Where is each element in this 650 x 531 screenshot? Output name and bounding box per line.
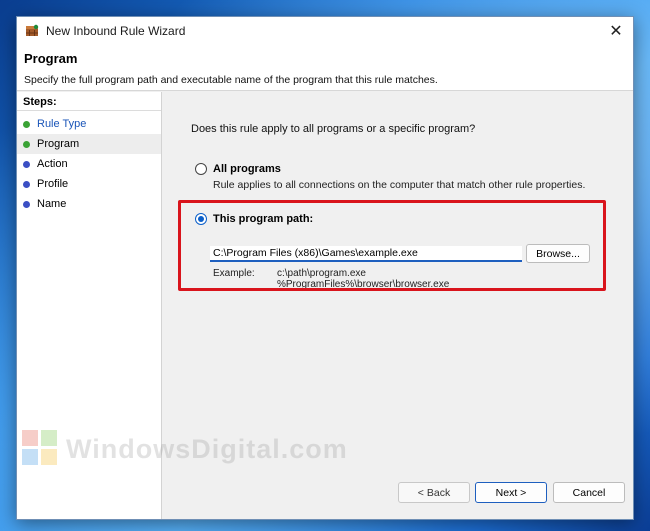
step-status-icon <box>23 140 30 148</box>
title-bar[interactable]: New Inbound Rule Wizard ✕ <box>17 17 633 45</box>
page-title: Program <box>24 51 78 66</box>
wizard-header: Program Specify the full program path an… <box>17 45 633 91</box>
step-status-icon <box>23 180 30 188</box>
steps-panel: Steps: Rule Type Program Action Profile Name <box>17 92 162 519</box>
step-label: Name <box>37 198 67 210</box>
step-item-name: Name <box>17 194 161 214</box>
cancel-button[interactable]: Cancel <box>553 482 625 503</box>
program-path-radio[interactable] <box>195 213 207 225</box>
main-panel: Does this rule apply to all programs or … <box>163 92 633 519</box>
firewall-app-icon <box>25 24 39 38</box>
step-label: Profile <box>37 178 69 190</box>
question-text: Does this rule apply to all programs or … <box>191 123 476 135</box>
example-line-2: %ProgramFiles%\browser\browser.exe <box>277 279 450 290</box>
step-item-profile: Profile <box>17 174 161 194</box>
wizard-content: Steps: Rule Type Program Action Profile Name… <box>17 92 633 519</box>
window-title: New Inbound Rule Wizard <box>46 24 186 38</box>
steps-list: Rule Type Program Action Profile Name <box>17 114 161 214</box>
example-label: Example: <box>213 268 255 279</box>
step-item-rule-type[interactable]: Rule Type <box>17 114 161 134</box>
close-button[interactable]: ✕ <box>599 17 633 45</box>
step-status-icon <box>23 120 30 128</box>
close-icon: ✕ <box>609 23 623 40</box>
browse-button[interactable]: Browse... <box>526 244 590 263</box>
step-item-action: Action <box>17 154 161 174</box>
step-status-icon <box>23 200 30 208</box>
program-path-label: This program path: <box>213 213 314 225</box>
example-line-1: c:\path\program.exe <box>277 268 366 279</box>
step-status-icon <box>23 160 30 168</box>
program-path-option[interactable]: This program path: <box>195 213 313 225</box>
step-label: Rule Type <box>37 118 87 130</box>
step-label: Action <box>37 158 68 170</box>
back-button[interactable]: < Back <box>398 482 470 503</box>
all-programs-option[interactable]: All programs <box>195 163 281 175</box>
page-description: Specify the full program path and execut… <box>24 74 438 86</box>
all-programs-label: All programs <box>213 163 281 175</box>
wizard-window: New Inbound Rule Wizard ✕ Program Specif… <box>16 16 634 520</box>
all-programs-radio[interactable] <box>195 163 207 175</box>
steps-heading: Steps: <box>17 92 161 111</box>
step-label: Program <box>37 138 80 150</box>
program-path-input[interactable] <box>210 246 522 262</box>
next-button[interactable]: Next > <box>475 482 547 503</box>
all-programs-description: Rule applies to all connections on the c… <box>213 179 586 191</box>
step-item-program: Program <box>17 134 161 154</box>
